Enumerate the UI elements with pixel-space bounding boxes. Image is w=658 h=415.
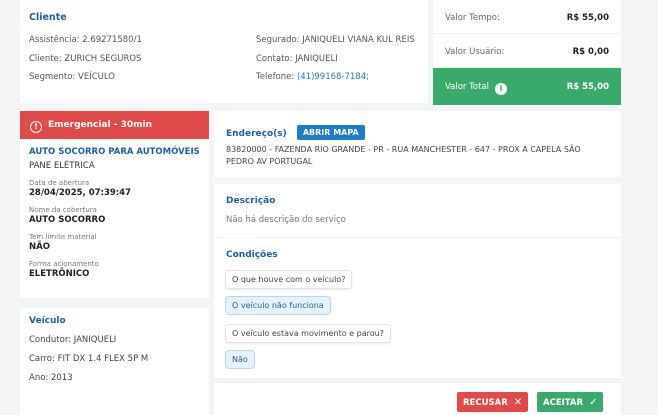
condition-question: O veículo estava movimento e parou? xyxy=(225,324,391,343)
vehicle-title: Veículo xyxy=(29,316,66,326)
accept-label: ACEITAR xyxy=(543,398,584,408)
contato: Contato: JANIQUELI xyxy=(256,53,338,64)
vehicle-details: Veículo Condutor: JANIQUELI Carro: FIT D… xyxy=(20,308,209,391)
address-title: Endereço(s) xyxy=(226,129,287,139)
alert-circle-icon: ! xyxy=(30,121,42,133)
field-value: AUTO SOCORRO xyxy=(29,215,106,225)
valor-total-value: R$ 55,00 xyxy=(566,82,609,92)
field-value: 28/04/2025, 07:39:47 xyxy=(29,188,131,198)
valor-tempo-row: Valor Tempo: R$ 55,00 xyxy=(433,0,621,34)
vehicle-condutor: Condutor: JANIQUELI xyxy=(29,335,117,345)
accept-button[interactable]: ACEITAR ✓ xyxy=(537,392,604,412)
service-details: AUTO SOCORRO PARA AUTOMÓVEIS PANE ELÉTRI… xyxy=(20,139,209,287)
condition-answer: Não xyxy=(225,350,255,369)
client-info-right: Segurado: JANIQUELI VIANA KUL REIS Conta… xyxy=(256,31,415,87)
emergency-alert: ! Emergencial - 30min xyxy=(20,111,209,139)
conditions-title: Condições xyxy=(226,250,278,260)
segmento: Segmento: VEÍCULO xyxy=(29,72,115,82)
service-title: AUTO SOCORRO PARA AUTOMÓVEIS xyxy=(29,147,200,157)
field-label: Tem limite material xyxy=(29,233,97,241)
field-label: Data de abertura xyxy=(29,179,90,187)
conditions-card: Condições O que houve com o veículo? O v… xyxy=(214,238,621,378)
action-footer: RECUSAR ✕ ACEITAR ✓ xyxy=(214,382,621,415)
address-header: Endereço(s) ABRIR MAPA xyxy=(226,121,609,140)
cliente: Cliente: ZURICH SEGUROS xyxy=(29,53,142,64)
valor-tempo-label: Valor Tempo: xyxy=(445,13,500,23)
valor-usuario-label: Valor Usuário: xyxy=(445,47,505,57)
valor-tempo-value: R$ 55,00 xyxy=(566,13,609,23)
alert-text: Emergencial - 30min xyxy=(48,120,152,130)
description-text: Não há descrição do serviço xyxy=(226,215,346,225)
close-icon: ✕ xyxy=(513,397,523,408)
values-card: Valor Tempo: R$ 55,00 Valor Usuário: R$ … xyxy=(433,0,621,106)
field-value: ELETRÔNICO xyxy=(29,269,90,279)
address-card: Endereço(s) ABRIR MAPA 83820000 - FAZEND… xyxy=(214,111,621,177)
condition-answer: O veículo não funciona xyxy=(225,296,331,315)
client-card: Cliente Assistência: 2.69271580/1 Client… xyxy=(20,0,428,103)
telefone-label: Telefone: xyxy=(256,72,295,82)
field-label: Forma acionamento xyxy=(29,260,99,268)
refuse-button[interactable]: RECUSAR ✕ xyxy=(457,392,529,412)
vehicle-ano: Ano: 2013 xyxy=(29,373,73,383)
telefone-row: Telefone: (41)99168-7184; xyxy=(256,68,415,87)
client-info-left: Assistência: 2.69271580/1 Cliente: ZURIC… xyxy=(29,31,142,87)
service-subtitle: PANE ELÉTRICA xyxy=(29,161,95,171)
address-text: 83820000 - FAZENDA RIO GRANDE - PR - RUA… xyxy=(226,145,581,166)
telefone-link[interactable]: (41)99168-7184; xyxy=(297,72,369,82)
valor-usuario-row: Valor Usuário: R$ 0,00 xyxy=(433,34,621,68)
service-panel: ! Emergencial - 30min AUTO SOCORRO PARA A… xyxy=(20,111,209,415)
divider xyxy=(20,298,209,308)
check-icon: ✓ xyxy=(589,397,598,408)
client-title: Cliente xyxy=(29,12,67,23)
valor-total-row: Valor Total i R$ 55,00 xyxy=(433,68,621,105)
description-card: Descrição Não há descrição do serviço xyxy=(214,184,621,237)
field-label: Nome da cobertura xyxy=(29,206,97,214)
condition-question: O que houve com o veículo? xyxy=(225,270,353,289)
field-value: NÃO xyxy=(29,242,50,252)
open-map-button[interactable]: ABRIR MAPA xyxy=(296,125,365,140)
assistencia: Assistência: 2.69271580/1 xyxy=(29,35,142,45)
info-icon[interactable]: i xyxy=(494,83,507,95)
valor-usuario-value: R$ 0,00 xyxy=(572,47,609,57)
valor-total-label-wrap: Valor Total i xyxy=(445,82,507,95)
segurado: Segurado: JANIQUELI VIANA KUL REIS xyxy=(256,35,415,45)
refuse-label: RECUSAR xyxy=(463,398,508,408)
description-title: Descrição xyxy=(226,196,276,206)
vehicle-carro: Carro: FIT DX 1.4 FLEX 5P M xyxy=(29,354,149,364)
valor-total-label: Valor Total xyxy=(445,82,489,92)
